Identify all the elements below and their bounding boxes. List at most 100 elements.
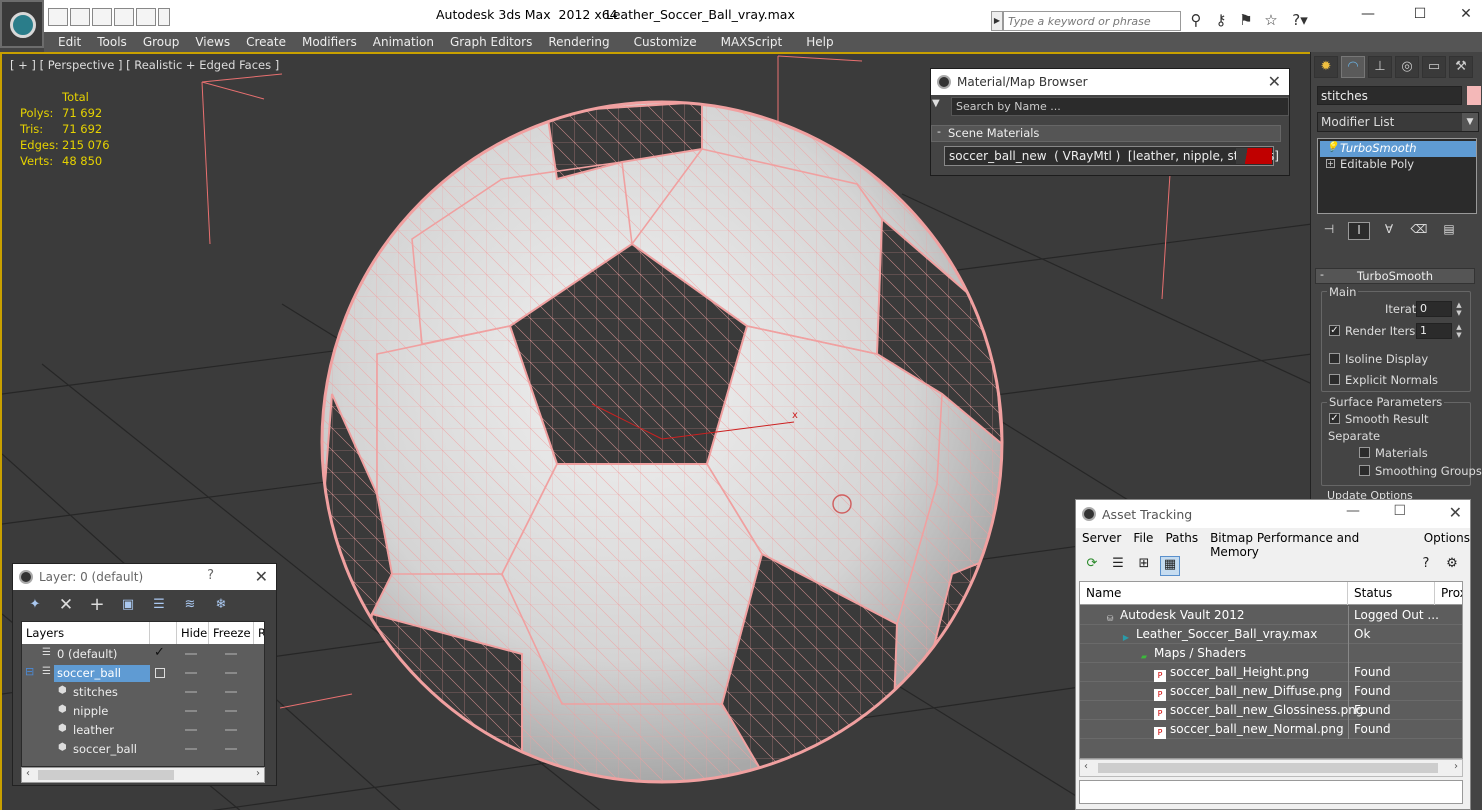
layer-horizontal-scrollbar[interactable]: ‹ › <box>21 767 265 783</box>
utilities-tab-icon[interactable]: ⚒ <box>1449 56 1473 78</box>
asset-menu-paths[interactable]: Paths <box>1165 531 1210 559</box>
menu-edit[interactable]: Edit <box>50 32 89 52</box>
menu-tools[interactable]: Tools <box>89 32 135 52</box>
create-tab-icon[interactable]: ✹ <box>1314 56 1338 78</box>
add-to-layer-icon[interactable]: + <box>86 594 108 616</box>
list-view-icon[interactable]: ☰ <box>1108 556 1128 576</box>
asset-row[interactable]: ▰ Maps / Shaders <box>1080 644 1462 663</box>
toggle-dash-icon[interactable] <box>225 691 237 693</box>
menu-maxscript[interactable]: MAXScript <box>713 32 799 52</box>
scroll-left-icon[interactable]: ‹ <box>26 768 30 779</box>
table-view-icon[interactable]: ▦ <box>1160 556 1180 576</box>
column-status[interactable]: Status <box>1348 582 1435 605</box>
render-iters-checkbox[interactable]: ✓ <box>1329 325 1340 336</box>
layer-row[interactable]: ⬢ soccer_ball <box>22 740 264 759</box>
hierarchy-tab-icon[interactable]: ⊥ <box>1368 56 1392 78</box>
asset-row[interactable]: Psoccer_ball_Height.png Found <box>1080 663 1462 682</box>
layer-row[interactable]: ☰ 0 (default) ✓ <box>22 645 264 664</box>
toggle-dash-icon[interactable] <box>225 729 237 731</box>
asset-row[interactable]: ▶ Leather_Soccer_Ball_vray.max Ok <box>1080 625 1462 644</box>
app-logo-icon[interactable] <box>0 0 44 48</box>
collapse-icon[interactable]: ⊟ <box>25 665 34 678</box>
filter-dropdown-icon[interactable]: ▼ <box>932 98 940 109</box>
maximize-icon[interactable]: ☐ <box>1410 6 1430 24</box>
menu-help[interactable]: Help <box>798 32 841 52</box>
project-folder-icon[interactable] <box>136 8 156 26</box>
minimize-icon[interactable]: — <box>1358 6 1378 24</box>
favorites-star-icon[interactable]: ☆ <box>1261 10 1281 30</box>
column-name[interactable]: Name <box>1080 582 1348 605</box>
current-layer-check-icon[interactable]: ✓ <box>154 645 165 660</box>
menu-create[interactable]: Create <box>238 32 294 52</box>
highlight-layer-icon[interactable]: ☰ <box>148 594 170 616</box>
asset-row[interactable]: Psoccer_ball_new_Normal.png Found <box>1080 720 1462 739</box>
stack-item-editable-poly[interactable]: + Editable Poly <box>1320 157 1476 173</box>
material-browser-titlebar[interactable]: Material/Map Browser ✕ <box>931 69 1289 95</box>
scene-materials-group[interactable]: Scene Materials <box>931 125 1281 142</box>
pin-stack-icon[interactable]: ⊣ <box>1318 222 1340 240</box>
layer-row[interactable]: ⬢ nipple <box>22 702 264 721</box>
layer-name[interactable]: soccer_ball <box>70 741 140 758</box>
scroll-thumb[interactable] <box>38 770 174 780</box>
toggle-dash-icon[interactable] <box>185 672 197 674</box>
delete-layer-icon[interactable]: ✕ <box>55 594 77 616</box>
collapse-minus-icon[interactable]: - <box>937 125 941 138</box>
object-name-field[interactable]: stitches <box>1317 86 1462 105</box>
expand-plus-icon[interactable]: + <box>1326 159 1335 168</box>
toggle-dash-icon[interactable] <box>225 748 237 750</box>
new-layer-icon[interactable]: ✦ <box>24 594 46 616</box>
layer-row[interactable]: ⊟ ☰ soccer_ball <box>22 664 264 683</box>
column-layers[interactable]: Layers <box>22 622 150 644</box>
menu-views[interactable]: Views <box>187 32 238 52</box>
select-objects-icon[interactable]: ▣ <box>117 594 139 616</box>
column-render[interactable]: R <box>254 622 264 644</box>
context-help-icon[interactable]: ⚙ <box>1442 556 1462 576</box>
minimize-icon[interactable]: — <box>1346 503 1360 519</box>
stack-item-turbosmooth[interactable]: 💡 TurboSmooth <box>1320 141 1476 157</box>
binoculars-icon[interactable]: ⚲ <box>1186 10 1206 30</box>
menu-graph-editors[interactable]: Graph Editors <box>442 32 540 52</box>
close-icon[interactable]: ✕ <box>1268 72 1281 91</box>
undo-icon[interactable] <box>92 8 112 26</box>
material-entry[interactable]: soccer_ball_new ( VRayMtl ) [leather, ni… <box>944 146 1279 166</box>
set-current-layer-icon[interactable] <box>155 668 165 678</box>
layer-name[interactable]: 0 (default) <box>54 646 120 663</box>
search-expand-arrow-icon[interactable]: ▶ <box>991 11 1003 31</box>
separate-materials-checkbox[interactable] <box>1359 447 1370 458</box>
remove-modifier-icon[interactable]: ⌫ <box>1408 222 1430 240</box>
render-iters-spinner[interactable]: 1 <box>1416 323 1452 339</box>
column-proxy[interactable]: Prox <box>1435 582 1462 605</box>
infocenter-search-input[interactable]: Type a keyword or phrase <box>1003 11 1181 31</box>
maximize-icon[interactable]: ☐ <box>1393 503 1406 519</box>
toggle-dash-icon[interactable] <box>185 729 197 731</box>
column-freeze[interactable]: Freeze <box>209 622 254 644</box>
close-icon[interactable]: ✕ <box>1456 6 1476 24</box>
soccer-ball-mesh[interactable] <box>302 94 1022 810</box>
open-file-icon[interactable] <box>48 8 68 26</box>
configure-sets-icon[interactable]: ▤ <box>1438 222 1460 240</box>
close-icon[interactable]: ✕ <box>255 567 268 586</box>
layer-row[interactable]: ⬢ stitches <box>22 683 264 702</box>
asset-menu-options[interactable]: Options <box>1424 531 1482 559</box>
scroll-thumb[interactable] <box>1098 763 1438 773</box>
layer-name[interactable]: stitches <box>70 684 121 701</box>
isoline-display-checkbox[interactable] <box>1329 353 1340 364</box>
scroll-right-icon[interactable]: › <box>1454 761 1458 772</box>
help-icon[interactable]: ?▾ <box>1286 10 1314 30</box>
toggle-dash-icon[interactable] <box>225 672 237 674</box>
toggle-dash-icon[interactable] <box>185 691 197 693</box>
lightbulb-icon[interactable]: 💡 <box>1326 142 1338 153</box>
asset-tracking-titlebar[interactable]: Asset Tracking — ☐ ✕ <box>1076 500 1470 528</box>
toggle-dash-icon[interactable] <box>185 653 197 655</box>
toggle-dash-icon[interactable] <box>225 710 237 712</box>
dropdown-arrow-icon[interactable] <box>158 8 170 26</box>
iterations-spinner[interactable]: 0 <box>1416 301 1452 317</box>
layer-name[interactable]: leather <box>70 722 117 739</box>
viewport-label[interactable]: [ + ] [ Perspective ] [ Realistic + Edge… <box>10 58 279 72</box>
toggle-dash-icon[interactable] <box>185 710 197 712</box>
asset-menu-server[interactable]: Server <box>1082 531 1133 559</box>
communication-icon[interactable]: ⚑ <box>1236 10 1256 30</box>
modify-tab-icon[interactable]: ◠ <box>1341 56 1365 78</box>
motion-tab-icon[interactable]: ◎ <box>1395 56 1419 78</box>
help-icon[interactable]: ? <box>207 568 214 583</box>
